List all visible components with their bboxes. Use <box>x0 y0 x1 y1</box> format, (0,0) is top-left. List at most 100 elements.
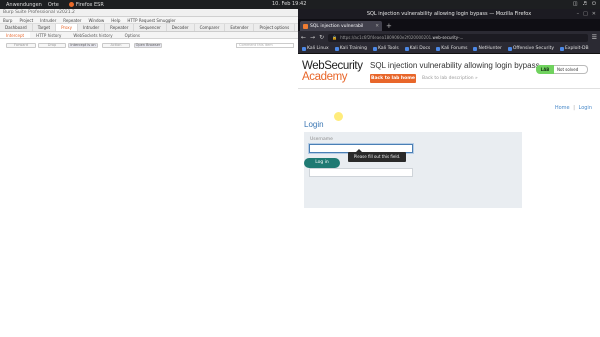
page-title: Login <box>304 120 324 129</box>
burp-suite-window: Burp Suite Professional v2021.2 Burp Pro… <box>0 9 332 337</box>
nav-separator: | <box>573 105 575 111</box>
clock[interactable]: 10. Feb 19:42 <box>272 1 306 7</box>
bookmark-kali-linux[interactable]: Kali Linux <box>302 46 329 51</box>
menu-intruder[interactable]: Intruder <box>40 18 56 23</box>
tab-project-options[interactable]: Project options <box>254 24 296 31</box>
bookmark-kali-docs[interactable]: Kali Docs <box>404 46 430 51</box>
active-app-label: Firefox ESR <box>75 1 104 8</box>
validation-tooltip: Please fill out this field. <box>348 149 406 162</box>
menu-window[interactable]: Window <box>88 18 104 23</box>
status-badge: Not solved <box>554 65 588 74</box>
open-browser-button[interactable]: Open Browser <box>134 43 162 48</box>
bookmark-offensive-security[interactable]: Offensive Security <box>507 46 554 51</box>
web-page: WebSecurity Academy SQL injection vulner… <box>298 55 600 337</box>
subtab-intercept[interactable]: Intercept <box>0 32 31 38</box>
burp-menubar: Burp Project Intruder Repeater Window He… <box>0 17 298 24</box>
menu-burp[interactable]: Burp <box>3 18 12 23</box>
close-icon[interactable]: ✕ <box>592 11 596 17</box>
web-security-academy-logo[interactable]: WebSecurity Academy <box>302 60 363 83</box>
tab-comparer[interactable]: Comparer <box>195 24 226 31</box>
new-tab-icon[interactable]: + <box>386 21 392 31</box>
site-nav: Home | Login <box>555 105 592 111</box>
forward-icon[interactable]: → <box>310 34 315 41</box>
comment-field[interactable]: Comment this item <box>236 43 294 48</box>
tab-intruder[interactable]: Intruder <box>78 24 106 31</box>
power-icon[interactable]: ⏻ <box>592 1 596 7</box>
tab-close-icon[interactable]: ✕ <box>375 24 379 29</box>
forward-button[interactable]: Forward <box>6 43 36 48</box>
bookmark-kali-forums[interactable]: Kali Forums <box>436 46 467 51</box>
username-label: Username <box>310 137 333 142</box>
lab-badge: LAB <box>536 65 554 74</box>
bookmark-icon <box>334 46 339 51</box>
nav-home-link[interactable]: Home <box>555 105 570 111</box>
tab-proxy[interactable]: Proxy <box>56 24 79 31</box>
menu-repeater[interactable]: Repeater <box>63 18 81 23</box>
browser-tab[interactable]: SQL injection vulnerabil ✕ <box>300 21 382 31</box>
password-field[interactable] <box>309 168 413 177</box>
tab-extender[interactable]: Extender <box>225 24 255 31</box>
tab-dashboard[interactable]: Dashboard <box>0 24 33 31</box>
tab-target[interactable]: Target <box>33 24 57 31</box>
nav-login-link[interactable]: Login <box>579 105 593 111</box>
bookmark-icon <box>436 46 441 51</box>
subtab-websockets-history[interactable]: WebSockets history <box>67 32 118 38</box>
menu-http-smuggler[interactable]: HTTP Request Smuggler <box>127 18 175 23</box>
menu-help[interactable]: Help <box>111 18 120 23</box>
back-icon[interactable]: ← <box>301 34 306 41</box>
bookmarks-bar: Kali Linux Kali Training Kali Tools Kali… <box>298 44 600 54</box>
firefox-window: SQL injection vulnerability allowing log… <box>298 9 600 337</box>
bookmark-icon <box>560 46 565 51</box>
tab-repeater[interactable]: Repeater <box>105 24 135 31</box>
tab-sequencer[interactable]: Sequencer <box>134 24 167 31</box>
back-to-lab-home-button[interactable]: Back to lab home <box>370 74 416 83</box>
burp-main-tabs: Dashboard Target Proxy Intruder Repeater… <box>0 24 332 32</box>
proxy-subtabs: Intercept HTTP history WebSockets histor… <box>0 32 298 39</box>
lock-icon: 🔒 <box>332 35 338 40</box>
subtab-options[interactable]: Options <box>119 32 146 38</box>
action-button[interactable]: Action <box>102 43 130 48</box>
intercept-toggle-button[interactable]: Intercept is on <box>68 43 98 48</box>
applications-menu[interactable]: Anwendungen <box>6 2 42 8</box>
window-title: SQL injection vulnerability allowing log… <box>366 11 532 17</box>
bookmark-icon <box>373 46 378 51</box>
bookmark-icon <box>507 46 512 51</box>
active-app-indicator[interactable]: Firefox ESR <box>68 1 104 8</box>
navigation-toolbar: ← → ↻ 🔒 https://ac1c6f2f4eaea1809060e2f0… <box>298 31 600 44</box>
firefox-icon <box>68 2 74 7</box>
bookmark-icon <box>302 46 306 51</box>
login-form: Username Please fill out this field. Pas… <box>304 132 522 208</box>
browser-tabstrip: SQL injection vulnerabil ✕ + <box>298 19 600 31</box>
favicon-icon <box>303 23 308 29</box>
places-menu[interactable]: Orte <box>48 2 59 8</box>
page-header: WebSecurity Academy SQL injection vulner… <box>298 55 600 89</box>
menu-project[interactable]: Project <box>19 18 33 23</box>
mouse-cursor-highlight <box>334 112 343 121</box>
bookmark-icon <box>473 46 478 51</box>
url-domain: .web-security-... <box>431 35 464 40</box>
reload-icon[interactable]: ↻ <box>319 34 324 41</box>
bookmark-kali-tools[interactable]: Kali Tools <box>373 46 399 51</box>
burp-title: Burp Suite Professional v2021.2 <box>0 9 298 17</box>
url-bar[interactable]: 🔒 https://ac1c6f2f4eaea1809060e2f0200002… <box>328 33 588 42</box>
url-prefix: https://ac1c6f2f4eaea1809060e2f020000201 <box>340 35 432 40</box>
maximize-icon[interactable]: □ <box>583 11 588 17</box>
network-icon[interactable]: ◫ <box>573 1 578 7</box>
tab-title: SQL injection vulnerabil <box>310 23 364 29</box>
minimize-icon[interactable]: – <box>577 11 580 17</box>
window-controls: – □ ✕ <box>577 11 596 17</box>
lab-title: SQL injection vulnerability allowing log… <box>370 61 540 70</box>
desktop-top-bar: Anwendungen Orte Firefox ESR 10. Feb 19:… <box>0 0 600 9</box>
back-to-lab-description-link[interactable]: Back to lab description » <box>422 76 478 81</box>
volume-icon[interactable]: ♬ <box>583 1 587 7</box>
drop-button[interactable]: Drop <box>38 43 66 48</box>
bookmark-exploit-db[interactable]: Exploit-DB <box>560 46 589 51</box>
bookmark-kali-training[interactable]: Kali Training <box>334 46 367 51</box>
bookmark-icon <box>404 46 409 51</box>
login-button[interactable]: Log in <box>304 158 340 168</box>
system-tray: ◫ ♬ ⏻ <box>573 1 596 7</box>
bookmark-nethunter[interactable]: NetHunter <box>473 46 502 51</box>
tab-decoder[interactable]: Decoder <box>167 24 195 31</box>
subtab-http-history[interactable]: HTTP history <box>30 32 67 38</box>
menu-icon[interactable]: ☰ <box>592 34 597 41</box>
